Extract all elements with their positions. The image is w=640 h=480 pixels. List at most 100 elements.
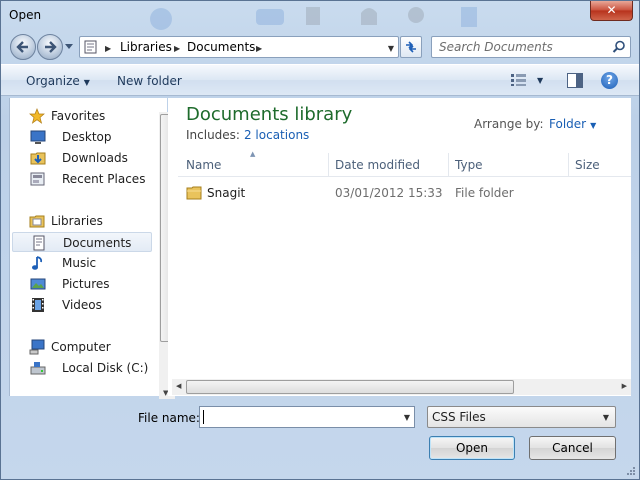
window-title: Open: [9, 8, 42, 22]
refresh-icon: [406, 41, 416, 53]
column-divider[interactable]: [328, 153, 329, 177]
sidebar-item-pictures[interactable]: Pictures: [12, 274, 152, 294]
sidebar-item-label: Music: [62, 256, 97, 270]
command-toolbar: Organize ▼ New folder ▼ ?: [1, 64, 639, 96]
breadcrumb-arrow-icon[interactable]: ▶: [256, 44, 262, 53]
file-row[interactable]: Snagit 03/01/2012 15:33 File folder: [178, 182, 631, 204]
resize-grip-icon[interactable]: [626, 466, 636, 476]
downloads-icon: [30, 152, 46, 165]
chevron-down-icon: ▼: [602, 413, 609, 422]
search-placeholder: Search Documents: [439, 40, 553, 54]
file-name-label: File name:: [138, 411, 200, 425]
file-list-pane: Documents library Includes: 2 locations A…: [168, 98, 631, 396]
close-button[interactable]: ✕: [590, 1, 633, 21]
chevron-down-icon: ▼: [83, 78, 90, 87]
sidebar-item-documents[interactable]: Documents: [12, 232, 152, 252]
sidebar-item-label: Videos: [62, 298, 102, 312]
sidebar-item-label: Favorites: [51, 109, 106, 123]
column-name[interactable]: Name: [186, 158, 221, 172]
address-bar[interactable]: ▶ Libraries ▶ Documents ▶ ▼: [79, 36, 399, 58]
navigation-pane: Favorites Desktop Downloads Recent Place…: [9, 98, 175, 399]
scroll-left-icon[interactable]: ◀: [176, 382, 181, 390]
new-folder-button[interactable]: New folder: [117, 74, 182, 88]
sidebar-item-label: Recent Places: [62, 172, 146, 186]
music-icon: [32, 256, 43, 270]
organize-label: Organize: [26, 74, 80, 88]
sidebar-item-label: Downloads: [62, 151, 128, 165]
sidebar-item-downloads[interactable]: Downloads: [12, 148, 152, 168]
column-divider[interactable]: [568, 153, 569, 177]
computer-icon: [29, 339, 45, 355]
forward-button[interactable]: [37, 34, 63, 60]
search-box[interactable]: Search Documents: [431, 36, 631, 58]
locations-link[interactable]: 2 locations: [244, 128, 309, 142]
sidebar-item-label: Libraries: [51, 214, 103, 228]
column-type[interactable]: Type: [455, 158, 483, 172]
search-icon[interactable]: [612, 40, 626, 54]
preview-pane-icon[interactable]: [567, 73, 583, 88]
sidebar-item-recent-places[interactable]: Recent Places: [12, 169, 152, 189]
sidebar-item-label: Pictures: [62, 277, 110, 291]
folder-icon: [186, 186, 202, 200]
videos-icon: [32, 298, 44, 312]
column-header-row: ▲ Name Date modified Type Size: [178, 150, 631, 177]
sidebar-item-computer[interactable]: Computer: [12, 337, 152, 357]
title-bar[interactable]: Open ✕: [1, 1, 639, 31]
sidebar-item-desktop[interactable]: Desktop: [12, 127, 152, 147]
navigation-bar: ▶ Libraries ▶ Documents ▶ ▼ Search Docum…: [1, 31, 639, 63]
cancel-button[interactable]: Cancel: [529, 436, 616, 460]
library-location-icon: [84, 40, 97, 54]
sidebar-item-favorites[interactable]: Favorites: [12, 106, 152, 126]
local-disk-icon: [30, 362, 46, 375]
file-name-input[interactable]: ▼: [199, 406, 415, 428]
sidebar-item-label: Computer: [51, 340, 111, 354]
scrollbar-thumb[interactable]: [186, 380, 514, 394]
address-history-dropdown-icon[interactable]: ▼: [388, 44, 394, 53]
sidebar-item-label: Documents: [63, 236, 132, 250]
sidebar-item-label: Desktop: [62, 130, 112, 144]
horizontal-scrollbar[interactable]: ◀ ▶: [172, 379, 631, 395]
library-includes: Includes: 2 locations: [186, 128, 309, 142]
organize-menu[interactable]: Organize ▼: [26, 74, 90, 88]
view-options-dropdown-icon[interactable]: ▼: [537, 76, 543, 85]
sidebar-item-videos[interactable]: Videos: [12, 295, 152, 315]
file-type-value: CSS Files: [432, 410, 486, 424]
sidebar-item-music[interactable]: Music: [12, 253, 152, 273]
back-arrow-icon: [16, 41, 28, 53]
help-icon[interactable]: ?: [601, 72, 618, 89]
column-divider[interactable]: [448, 153, 449, 177]
chevron-down-icon[interactable]: ▼: [404, 413, 410, 422]
back-button[interactable]: [10, 34, 36, 60]
title-background-graphic: [150, 7, 477, 30]
breadcrumb-arrow-icon[interactable]: ▶: [174, 44, 180, 53]
column-date-modified[interactable]: Date modified: [335, 158, 420, 172]
open-button[interactable]: Open: [429, 436, 515, 460]
sidebar-item-libraries[interactable]: Libraries: [12, 211, 152, 231]
breadcrumb-arrow-icon[interactable]: ▶: [105, 44, 111, 53]
text-caret: [203, 410, 204, 424]
libraries-icon: [29, 215, 45, 228]
arrange-by-label: Arrange by:: [474, 117, 544, 131]
includes-label: Includes:: [186, 128, 240, 142]
pictures-icon: [30, 278, 46, 290]
open-dialog: Open ✕ ▶ Libraries ▶ Documents ▶ ▼ Searc…: [0, 0, 640, 480]
arrange-by-dropdown[interactable]: Folder ▼: [549, 117, 596, 131]
documents-icon: [33, 235, 45, 251]
column-size[interactable]: Size: [575, 158, 600, 172]
recent-places-icon: [30, 172, 45, 186]
file-type-select[interactable]: CSS Files ▼: [427, 406, 616, 428]
sidebar-item-local-disk[interactable]: Local Disk (C:): [12, 358, 152, 378]
arrange-by-value: Folder: [549, 117, 587, 131]
file-type: File folder: [455, 186, 514, 200]
refresh-button[interactable]: [400, 36, 422, 58]
scroll-right-icon[interactable]: ▶: [622, 382, 627, 390]
sidebar-item-label: Local Disk (C:): [62, 361, 149, 375]
breadcrumb-documents[interactable]: Documents: [187, 40, 255, 54]
file-date-modified: 03/01/2012 15:33: [335, 186, 443, 200]
breadcrumb-libraries[interactable]: Libraries: [120, 40, 172, 54]
star-icon: [29, 108, 45, 124]
recent-pages-dropdown-icon[interactable]: [65, 44, 73, 50]
change-view-icon[interactable]: [511, 74, 527, 86]
file-name: Snagit: [207, 186, 246, 200]
library-title: Documents library: [186, 104, 353, 125]
